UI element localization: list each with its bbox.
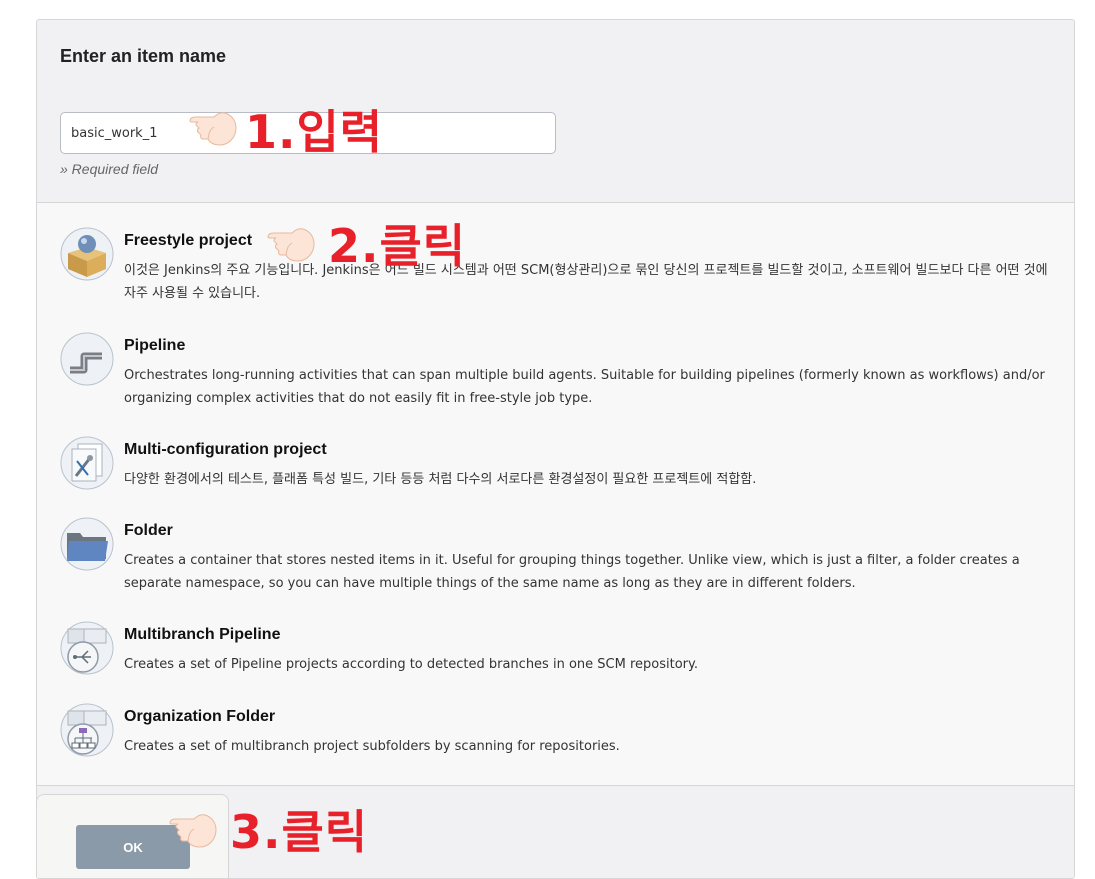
organization-folder-icon (60, 703, 114, 757)
item-type-list: Freestyle project 이것은 Jenkins의 주요 기능입니다.… (37, 203, 1074, 785)
pointing-hand-icon (168, 806, 218, 856)
item-type-description: Creates a set of Pipeline projects accor… (124, 657, 698, 672)
multibranch-icon (60, 621, 114, 675)
item-type-description: Creates a container that stores nested i… (124, 553, 1020, 591)
pipe-icon (60, 332, 114, 386)
item-type-title: Pipeline (124, 337, 186, 354)
freestyle-box-icon (60, 227, 114, 281)
folder-icon (60, 517, 114, 571)
item-type-freestyle[interactable]: Freestyle project 이것은 Jenkins의 주요 기능입니다.… (37, 227, 1074, 307)
item-type-title: Multibranch Pipeline (124, 626, 281, 643)
pointing-hand-icon (266, 220, 316, 270)
item-type-title: Freestyle project (124, 232, 253, 249)
required-field-hint: » Required field (60, 161, 159, 177)
item-type-pipeline[interactable]: Pipeline Orchestrates long-running activ… (37, 332, 1074, 412)
item-type-description: 다양한 환경에서의 테스트, 플래폼 특성 빌드, 기타 등등 처럼 다수의 서… (124, 472, 757, 487)
item-type-organization-folder[interactable]: Organization Folder Creates a set of mul… (37, 703, 1074, 763)
item-name-label: Enter an item name (60, 46, 227, 66)
multi-config-icon (60, 436, 114, 490)
item-type-title: Folder (124, 522, 173, 539)
item-type-description: Orchestrates long-running activities tha… (124, 368, 1045, 406)
annotation-step-1: 1.입력 (245, 105, 384, 159)
item-type-multibranch-pipeline[interactable]: Multibranch Pipeline Creates a set of Pi… (37, 621, 1074, 681)
item-type-title: Multi-configuration project (124, 441, 327, 458)
annotation-step-2: 2.클릭 (328, 219, 467, 273)
pointing-hand-icon (188, 104, 238, 154)
item-type-folder[interactable]: Folder Creates a container that stores n… (37, 517, 1074, 597)
annotation-step-3: 3.클릭 (230, 805, 369, 859)
item-type-multi-configuration[interactable]: Multi-configuration project 다양한 환경에서의 테스… (37, 436, 1074, 496)
item-type-description: 이것은 Jenkins의 주요 기능입니다. Jenkins은 어느 빌드 시스… (124, 263, 1048, 301)
item-type-title: Organization Folder (124, 708, 276, 725)
item-type-description: Creates a set of multibranch project sub… (124, 739, 620, 754)
